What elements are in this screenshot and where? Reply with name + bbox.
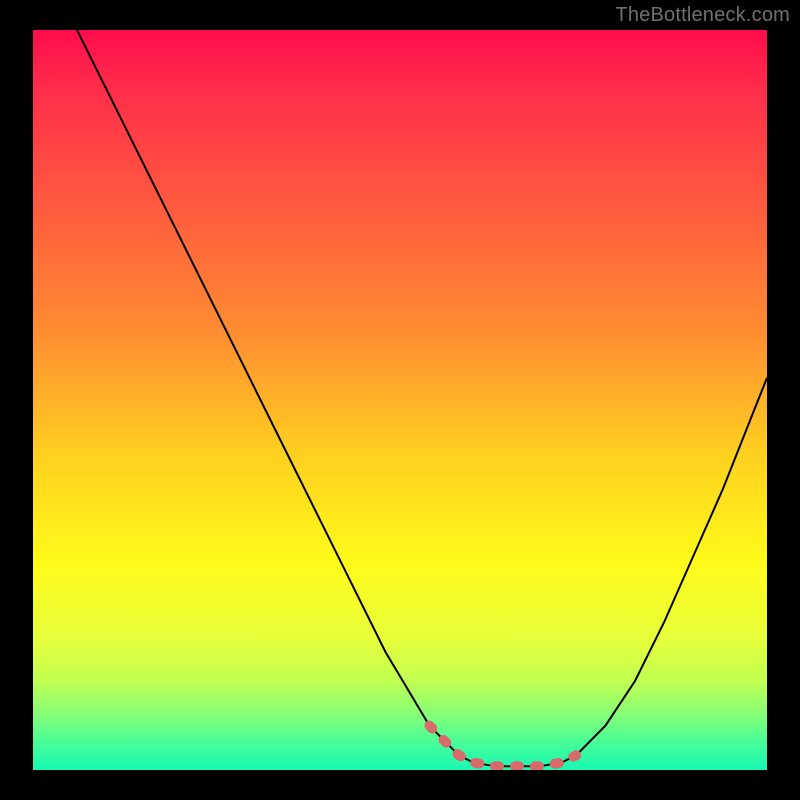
chart-frame: TheBottleneck.com — [0, 0, 800, 800]
bottleneck-curve-svg — [33, 30, 767, 770]
plot-area — [33, 30, 767, 770]
attribution-text: TheBottleneck.com — [615, 4, 790, 27]
bottleneck-curve-path — [77, 30, 767, 766]
highlight-segment-path — [429, 726, 576, 767]
